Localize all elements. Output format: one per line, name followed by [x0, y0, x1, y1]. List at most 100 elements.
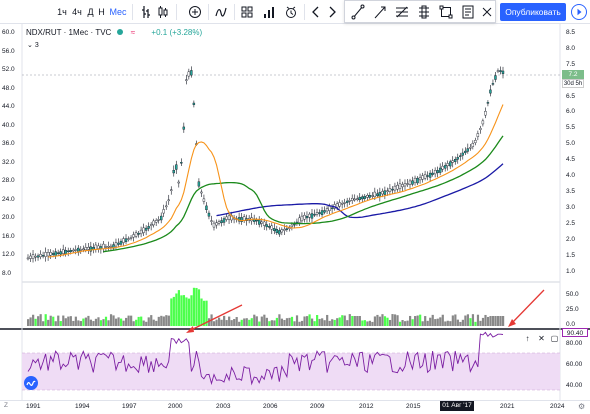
volume-bar: [414, 316, 417, 326]
candle-body: [298, 217, 301, 223]
time-axis[interactable]: 1991 1994 1997 2000 2003 2006 2009 2012 …: [0, 400, 590, 414]
rsi-tick: 80.00: [566, 340, 583, 347]
right-tick: 6.5: [566, 93, 576, 100]
volume-bar: [180, 295, 183, 326]
candle-body: [107, 246, 110, 248]
candle-body: [391, 188, 394, 191]
volume-bar: [431, 314, 434, 326]
year-tick: 1994: [75, 403, 90, 410]
candle-body: [258, 219, 261, 225]
candle-body: [142, 227, 145, 233]
volume-bar: [77, 320, 80, 326]
volume-bar: [192, 287, 196, 326]
candle-body: [212, 222, 216, 228]
candle-body: [59, 251, 62, 255]
volume-bar: [391, 314, 394, 326]
volume-bar: [454, 314, 457, 326]
left-tick: 24.0: [2, 196, 15, 203]
left-tick: 32.0: [2, 159, 15, 166]
pane-close-icon[interactable]: ✕: [536, 333, 547, 344]
volume-bar: [220, 319, 223, 326]
volume-bar: [200, 298, 203, 326]
candle-body: [348, 200, 351, 202]
right-tick: 3.0: [566, 204, 576, 211]
volume-bar: [34, 318, 37, 326]
volume-bar: [42, 321, 45, 326]
pane-maximize-icon[interactable]: ▢: [549, 333, 560, 344]
volume-bar: [308, 314, 311, 326]
candle-body: [280, 229, 284, 233]
volume-bar: [225, 320, 228, 326]
volume-bar: [157, 316, 160, 326]
volume-bar: [409, 315, 412, 326]
volume-bar: [398, 321, 402, 326]
year-tick: 1997: [122, 403, 137, 410]
candle-body: [152, 220, 155, 226]
left-tick: 16.0: [2, 233, 15, 240]
left-tick: 56.0: [2, 48, 15, 55]
volume-bar: [195, 287, 198, 326]
candle-body: [454, 159, 457, 162]
volume-bar: [426, 320, 429, 326]
volume-bar: [368, 320, 371, 326]
candle-body: [170, 189, 173, 191]
candle-body: [119, 240, 123, 245]
tradingview-logo-icon: [24, 376, 38, 390]
candle-body: [446, 163, 449, 167]
volume-bar: [112, 315, 115, 326]
volume-bar: [197, 289, 201, 326]
candle-body: [494, 75, 497, 80]
volume-bar: [135, 319, 138, 326]
volume-bar: [421, 321, 424, 326]
volume-bar: [62, 315, 65, 326]
candle-body: [345, 200, 349, 203]
gear-icon[interactable]: ⚙: [578, 402, 585, 411]
candle-body: [97, 245, 100, 249]
candle-body: [263, 221, 266, 226]
candle-body: [165, 205, 168, 208]
candle-body: [84, 247, 88, 251]
volume-bar: [476, 314, 480, 326]
log-scale-toggle[interactable]: Z: [4, 402, 8, 409]
candle-body: [438, 167, 442, 173]
volume-bar: [74, 316, 77, 326]
candle-body: [265, 224, 268, 228]
candle-body: [411, 180, 414, 185]
candle-body: [39, 254, 42, 258]
candle-body: [486, 102, 490, 104]
year-tick: 2024: [550, 403, 565, 410]
price-series: [26, 66, 505, 263]
volume-bar: [378, 316, 382, 326]
right-tick: 3.5: [566, 188, 576, 195]
annotation-arrows: [186, 289, 545, 333]
candle-body: [154, 220, 158, 223]
candle-body: [338, 202, 341, 207]
volume-bar: [361, 320, 364, 326]
candle-body: [102, 243, 105, 250]
volume-bar: [424, 316, 427, 326]
year-tick: 2000: [168, 403, 183, 410]
volume-bar: [313, 321, 316, 326]
volume-bar: [69, 316, 72, 326]
pane-up-icon[interactable]: ↑: [522, 333, 533, 344]
volume-bar: [84, 317, 88, 326]
candle-body: [293, 223, 296, 226]
volume-bar: [491, 316, 495, 326]
candle-body: [202, 198, 206, 202]
candle-body: [303, 215, 306, 220]
chart-area[interactable]: [0, 0, 590, 400]
candle-body: [381, 191, 384, 195]
volume-bar: [338, 317, 341, 326]
candle-body: [160, 215, 163, 221]
right-tick: 4.5: [566, 156, 576, 163]
volume-tick: 25.0: [566, 306, 579, 313]
candle-body: [373, 191, 377, 197]
candle-body: [222, 218, 226, 223]
candle-body: [340, 203, 344, 205]
candle-body: [285, 228, 289, 230]
volume-bar: [212, 321, 216, 326]
volume-bar: [481, 317, 485, 326]
volume-bar: [446, 320, 449, 326]
volume-bar: [162, 316, 165, 326]
candle-body: [353, 198, 356, 201]
